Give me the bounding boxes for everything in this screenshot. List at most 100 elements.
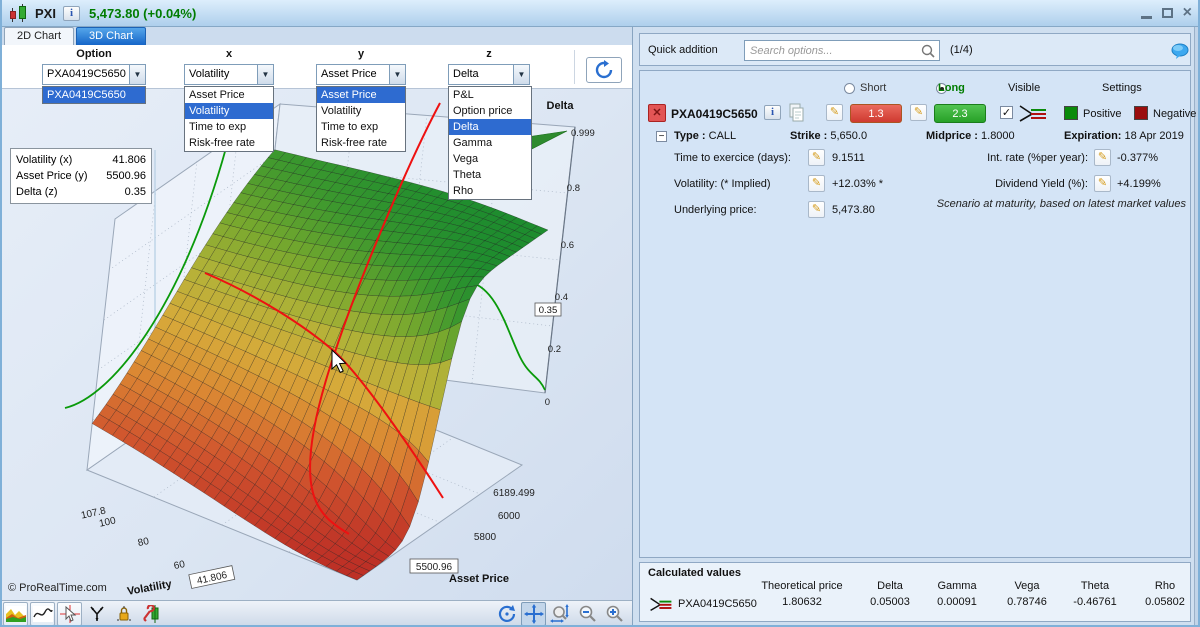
y-list-item[interactable]: Time to exp xyxy=(317,119,405,135)
pointer-tool-button[interactable] xyxy=(57,602,82,626)
option-name: PXA0419C5650 xyxy=(671,107,758,121)
price-tick: 5800 xyxy=(474,532,497,543)
settings-label: Settings xyxy=(1102,82,1142,94)
expiration-label: Expiration: xyxy=(1064,130,1121,142)
zoom-axis-button[interactable] xyxy=(548,602,573,626)
edit-volatility-button[interactable]: ✎ xyxy=(808,175,825,192)
chevron-down-icon[interactable]: ▼ xyxy=(129,65,145,84)
surface-chart-mode-button[interactable] xyxy=(3,602,28,626)
chevron-down-icon[interactable]: ▼ xyxy=(257,65,273,84)
z-list-item[interactable]: Rho xyxy=(449,183,531,199)
negative-color-swatch[interactable] xyxy=(1134,106,1148,120)
y-list-item[interactable]: Risk-free rate xyxy=(317,135,405,151)
x-list-item[interactable]: Volatility xyxy=(185,103,273,119)
short-radio[interactable] xyxy=(844,83,855,94)
zoom-out-button[interactable] xyxy=(575,602,600,626)
visible-checkbox[interactable]: ✓ xyxy=(1000,106,1013,119)
point-tooltip: Volatility (x)41.806 Asset Price (y)5500… xyxy=(10,148,152,204)
z-list-item[interactable]: Option price xyxy=(449,103,531,119)
chart-settings-button[interactable] xyxy=(138,602,163,626)
search-icon[interactable] xyxy=(919,43,937,59)
underlying-label: Underlying price: xyxy=(674,204,757,216)
rotate-icon xyxy=(497,604,517,624)
edit-dividend-button[interactable]: ✎ xyxy=(1094,175,1111,192)
tab-2d-chart[interactable]: 2D Chart xyxy=(4,27,74,45)
calc-value: 0.00091 xyxy=(937,596,977,608)
delta-current-box: 0.35 xyxy=(539,305,558,316)
y-list-item[interactable]: Asset Price xyxy=(317,87,405,103)
chevron-down-icon[interactable]: ▼ xyxy=(513,65,529,84)
chart-toolbar xyxy=(2,600,632,627)
payoff-profile-icon xyxy=(648,596,674,612)
volatility-label: Volatility: (* Implied) xyxy=(674,178,771,190)
calc-value: 0.78746 xyxy=(1007,596,1047,608)
calc-row-name: PXA0419C5650 xyxy=(678,598,757,610)
edit-long-qty-button[interactable]: ✎ xyxy=(910,104,927,121)
instrument-info-icon[interactable]: i xyxy=(63,6,80,21)
option-list-item[interactable]: PXA0419C5650 xyxy=(43,87,145,103)
tab-3d-chart[interactable]: 3D Chart xyxy=(76,27,146,45)
edit-underlying-button[interactable]: ✎ xyxy=(808,201,825,218)
positive-color-swatch[interactable] xyxy=(1064,106,1078,120)
z-list-item[interactable]: Theta xyxy=(449,167,531,183)
delta-tick: 0.999 xyxy=(571,128,595,139)
lock-scale-button[interactable] xyxy=(111,602,136,626)
chevron-down-icon[interactable]: ▼ xyxy=(389,65,405,84)
edit-tte-button[interactable]: ✎ xyxy=(808,149,825,166)
minimize-button[interactable] xyxy=(1141,16,1152,19)
payoff-profile-icon xyxy=(1018,103,1048,123)
zoom-in-icon xyxy=(605,604,625,624)
rotate-view-button[interactable] xyxy=(494,602,519,626)
x-axis-combobox[interactable]: Volatility▼ xyxy=(184,64,274,85)
z-list-item[interactable]: Vega xyxy=(449,151,531,167)
option-analysis-window: PXI i 5,473.80 (+0.04%) × 2D Chart 3D Ch… xyxy=(0,0,1200,627)
option-combobox[interactable]: PXA0419C5650▼ xyxy=(42,64,146,85)
z-axis-combobox[interactable]: Delta▼ xyxy=(448,64,530,85)
axes-tool-button[interactable] xyxy=(84,602,109,626)
calc-header: Theta xyxy=(1081,580,1109,592)
long-label: Long xyxy=(938,82,965,94)
edit-rate-button[interactable]: ✎ xyxy=(1094,149,1111,166)
close-button[interactable]: × xyxy=(1183,8,1192,18)
wrench-candle-icon xyxy=(142,605,160,623)
x-list-item[interactable]: Risk-free rate xyxy=(185,135,273,151)
calculated-values-title: Calculated values xyxy=(648,567,741,579)
zoom-in-button[interactable] xyxy=(602,602,627,626)
z-list-item[interactable]: Gamma xyxy=(449,135,531,151)
y-axis-combobox[interactable]: Asset Price▼ xyxy=(316,64,406,85)
y-list-item[interactable]: Volatility xyxy=(317,103,405,119)
calc-value: 0.05802 xyxy=(1145,596,1185,608)
refresh-button[interactable] xyxy=(586,57,622,83)
underlying-value: 5,473.80 xyxy=(832,204,875,216)
chart-panel: Delta 0.999 0.8 0.6 0.4 0.2 0 0.35 xyxy=(2,45,632,600)
pan-arrows-icon xyxy=(524,604,544,624)
z-list-item[interactable]: Delta xyxy=(449,119,531,135)
pan-view-button[interactable] xyxy=(521,602,546,626)
axis-controls-bar: Option x y z PXA0419C5650▼ Volatility▼ A… xyxy=(2,45,632,89)
collapse-toggle[interactable]: − xyxy=(656,131,667,142)
z-column-header: z xyxy=(448,48,530,60)
x-list-item[interactable]: Asset Price xyxy=(185,87,273,103)
short-label: Short xyxy=(860,82,886,94)
calc-header: Delta xyxy=(877,580,903,592)
duplicate-icon[interactable] xyxy=(788,103,806,123)
y-column-header: y xyxy=(316,48,406,60)
remove-option-button[interactable]: ✕ xyxy=(648,104,666,122)
price-current-box: 5500.96 xyxy=(416,562,453,573)
line-chart-mode-button[interactable] xyxy=(30,602,55,626)
long-qty-button[interactable]: 2.3 xyxy=(934,104,986,123)
x-list-item[interactable]: Time to exp xyxy=(185,119,273,135)
option-info-icon[interactable]: i xyxy=(764,105,781,120)
z-list-item[interactable]: P&L xyxy=(449,87,531,103)
line-chart-icon xyxy=(33,606,53,622)
asset-price-axis-title: Asset Price xyxy=(449,573,509,585)
volatility-axis-title: Volatility xyxy=(126,578,173,598)
short-qty-button[interactable]: 1.3 xyxy=(850,104,902,123)
midprice-value: 1.8000 xyxy=(981,130,1015,142)
maximize-button[interactable] xyxy=(1162,8,1173,18)
chat-bubble-icon[interactable] xyxy=(1170,43,1190,60)
edit-short-qty-button[interactable]: ✎ xyxy=(826,104,843,121)
price-tick: 6000 xyxy=(498,511,521,522)
search-options-input[interactable]: Search options... xyxy=(744,40,940,61)
dividend-label: Dividend Yield (%): xyxy=(970,178,1088,190)
